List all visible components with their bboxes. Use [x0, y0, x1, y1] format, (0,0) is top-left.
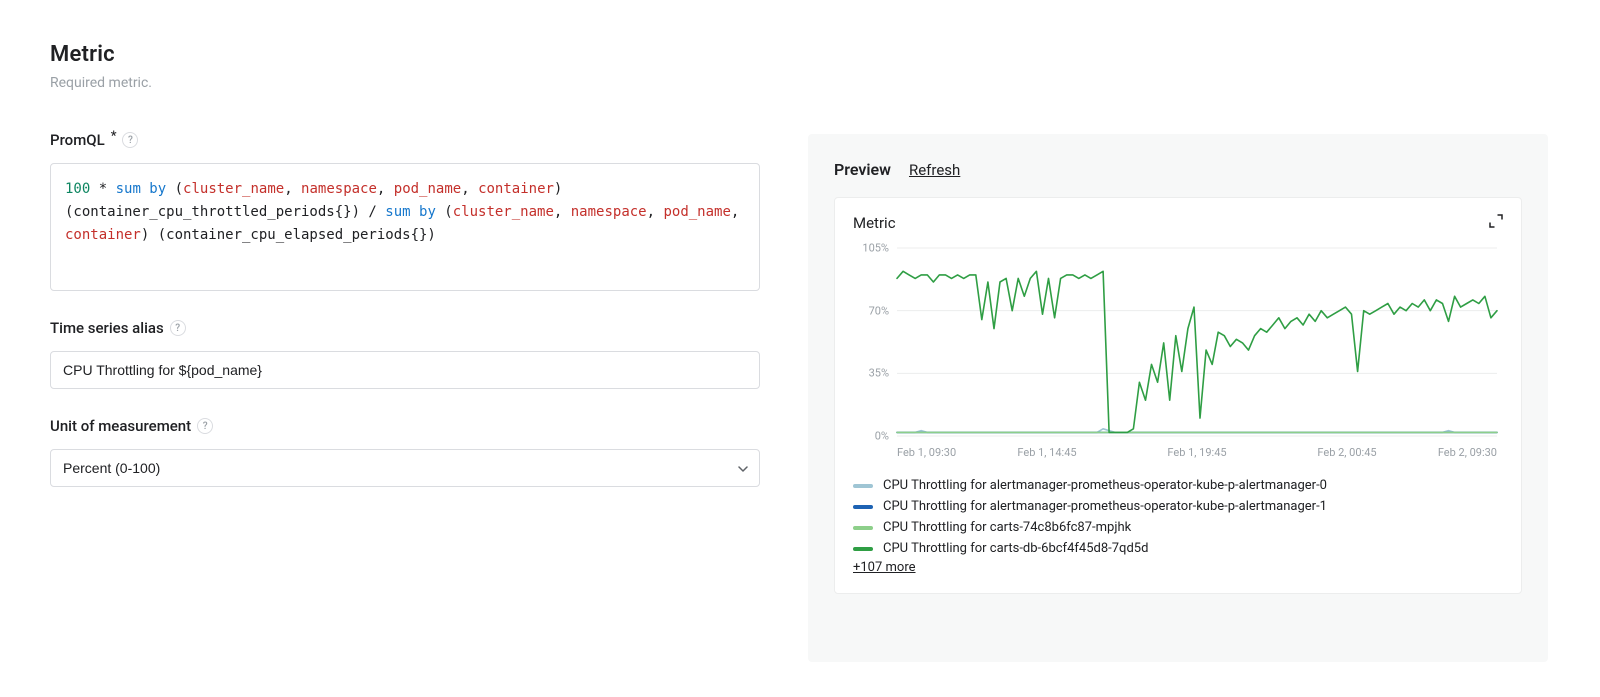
x-tick-label: Feb 2, 09:30 — [1438, 446, 1497, 459]
refresh-link[interactable]: Refresh — [909, 161, 960, 179]
form-column: Metric Required metric. PromQL * ? 100 *… — [50, 42, 760, 487]
unit-label-row: Unit of measurement ? — [50, 417, 760, 435]
x-tick-label: Feb 1, 09:30 — [897, 446, 956, 459]
legend-item: CPU Throttling for carts-74c8b6fc87-mpjh… — [853, 520, 1503, 535]
chart-card: Metric 0% 35% 70% 105% Feb 1, 09:30 Feb 1, 1… — [834, 197, 1522, 594]
legend-label: CPU Throttling for alertmanager-promethe… — [883, 478, 1327, 493]
x-tick-label: Feb 2, 00:45 — [1317, 446, 1376, 459]
page-subtitle: Required metric. — [50, 75, 760, 91]
promql-label-row: PromQL * ? — [50, 131, 760, 149]
preview-title: Preview — [834, 160, 891, 179]
y-tick-label: 0% — [853, 430, 889, 443]
unit-select-wrap — [50, 449, 760, 487]
legend-label: CPU Throttling for alertmanager-promethe… — [883, 499, 1327, 514]
metric-card: Metric Required metric. PromQL * ? 100 *… — [26, 6, 1574, 686]
alias-label: Time series alias — [50, 319, 164, 337]
legend-item: CPU Throttling for alertmanager-promethe… — [853, 499, 1503, 514]
help-icon[interactable]: ? — [170, 320, 186, 336]
legend-swatch — [853, 526, 873, 530]
legend-label: CPU Throttling for carts-74c8b6fc87-mpjh… — [883, 520, 1131, 535]
chart-title: Metric — [853, 214, 896, 232]
promql-editor[interactable]: 100 * sum by (cluster_name, namespace, p… — [50, 163, 760, 291]
chart-x-axis: Feb 1, 09:30 Feb 1, 14:45 Feb 1, 19:45 Feb … — [853, 446, 1501, 462]
legend-swatch — [853, 484, 873, 488]
legend-swatch — [853, 547, 873, 551]
chart-plot: 0% 35% 70% 105% — [853, 242, 1501, 442]
legend-item: CPU Throttling for alertmanager-promethe… — [853, 478, 1503, 493]
help-icon[interactable]: ? — [197, 418, 213, 434]
expand-icon[interactable] — [1489, 214, 1503, 232]
y-tick-label: 105% — [853, 242, 889, 255]
y-tick-label: 35% — [853, 367, 889, 380]
legend-more-link[interactable]: +107 more — [853, 560, 916, 575]
page-root: Metric Required metric. PromQL * ? 100 *… — [0, 0, 1600, 697]
preview-panel: Preview Refresh Metric 0% 35% 70% 105% Feb … — [808, 134, 1548, 662]
unit-label: Unit of measurement — [50, 417, 191, 435]
alias-label-row: Time series alias ? — [50, 319, 760, 337]
preview-header: Preview Refresh — [834, 160, 1522, 179]
x-tick-label: Feb 1, 19:45 — [1167, 446, 1226, 459]
alias-input[interactable] — [50, 351, 760, 389]
legend-swatch — [853, 505, 873, 509]
required-star: * — [111, 129, 117, 144]
chart-legend: CPU Throttling for alertmanager-promethe… — [853, 478, 1503, 556]
promql-label: PromQL — [50, 131, 105, 149]
legend-item: CPU Throttling for carts-db-6bcf4f45d8-7… — [853, 541, 1503, 556]
page-title: Metric — [50, 42, 760, 67]
help-icon[interactable]: ? — [122, 132, 138, 148]
x-tick-label: Feb 1, 14:45 — [1017, 446, 1076, 459]
y-tick-label: 70% — [853, 304, 889, 317]
unit-select[interactable] — [50, 449, 760, 487]
legend-label: CPU Throttling for carts-db-6bcf4f45d8-7… — [883, 541, 1148, 556]
chart-header: Metric — [853, 214, 1503, 232]
